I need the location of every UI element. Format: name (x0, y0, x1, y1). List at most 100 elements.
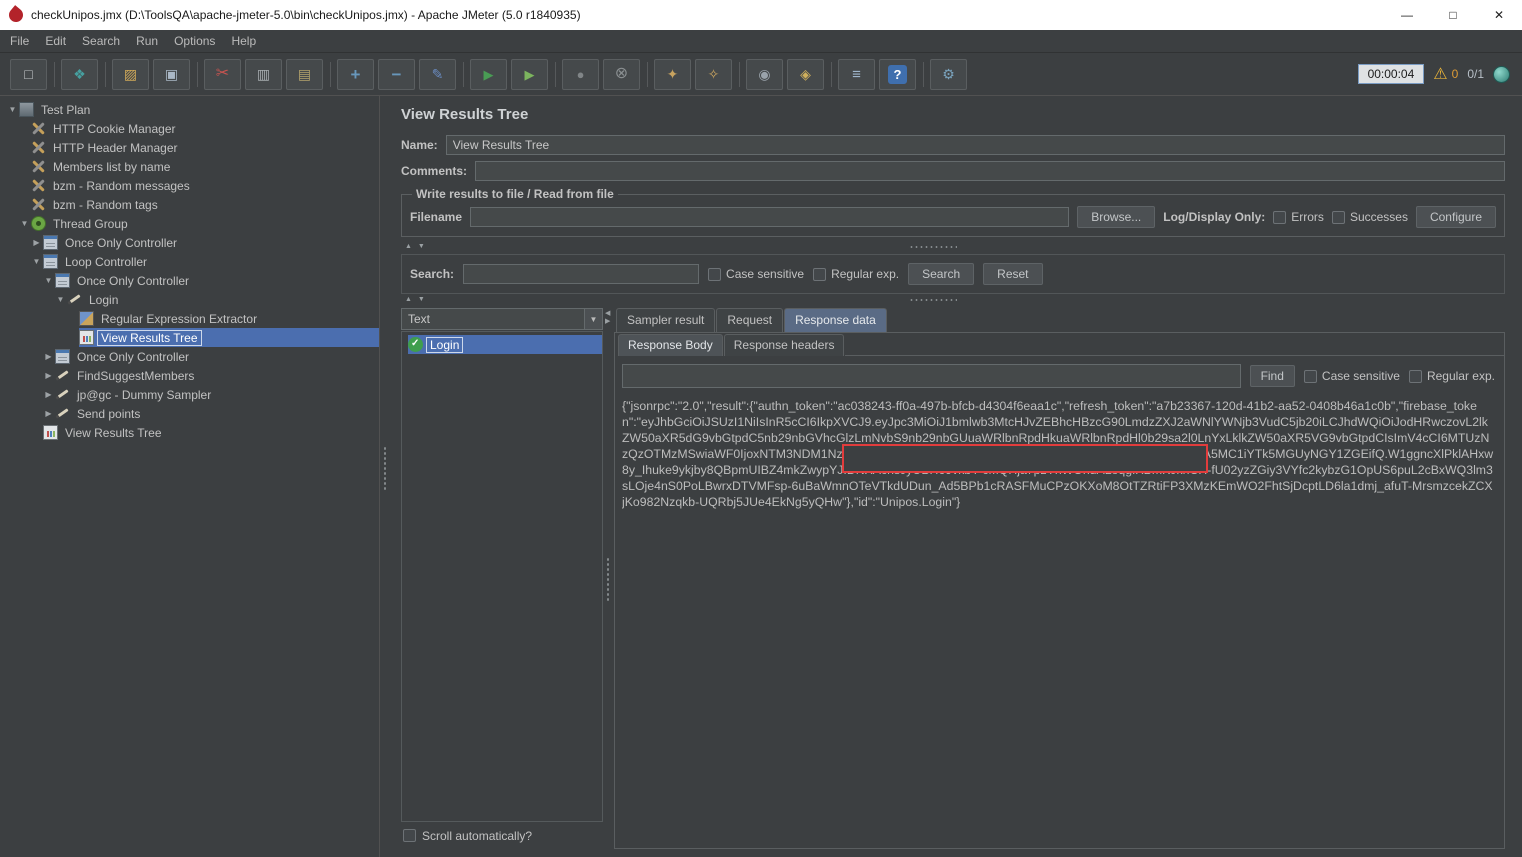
tree-item-once-only-controller-2[interactable]: ▼ Once Only Controller (0, 271, 379, 290)
splitter-collapse-icons[interactable]: ◀ ▶ (605, 310, 610, 326)
tree-item-regular-expression-extractor[interactable]: Regular Expression Extractor (0, 309, 379, 328)
menu-search[interactable]: Search (74, 31, 128, 51)
find-case-sensitive-checkbox[interactable] (1303, 369, 1317, 383)
tab-request[interactable]: Request (716, 308, 784, 332)
tree-expander-icon[interactable]: ▶ (30, 238, 43, 247)
tree-item-send-points[interactable]: ▶ Send points (0, 404, 379, 423)
find-input[interactable] (622, 364, 1241, 388)
templates-button[interactable]: ❖ (61, 58, 98, 90)
menu-edit[interactable]: Edit (37, 31, 74, 51)
copy-icon: ▥ (256, 66, 271, 82)
tab-response-data[interactable]: Response data (784, 308, 887, 332)
tree-item-bzm-random-tags[interactable]: bzm - Random tags (0, 195, 379, 214)
search-button[interactable]: Search (908, 263, 975, 285)
errors-checkbox[interactable] (1273, 210, 1287, 224)
controller-icon (55, 349, 70, 364)
splitter-grip[interactable] (908, 298, 957, 303)
cut-button[interactable]: ✂ (204, 58, 241, 90)
tree-item-jpgc-dummy-sampler[interactable]: ▶ jp@gc - Dummy Sampler (0, 385, 379, 404)
tree-expander-icon[interactable]: ▶ (42, 371, 55, 380)
tree-item-http-cookie-manager[interactable]: HTTP Cookie Manager (0, 119, 379, 138)
stop-button[interactable]: ● (562, 58, 599, 90)
paste-button[interactable]: ▤ (286, 58, 323, 90)
comments-input[interactable] (475, 161, 1505, 181)
minimize-button[interactable]: — (1384, 0, 1430, 30)
copy-button[interactable]: ▥ (245, 58, 282, 90)
tree-item-once-only-controller-3[interactable]: ▶ Once Only Controller (0, 347, 379, 366)
find-case-sensitive-group: Case sensitive (1303, 369, 1400, 383)
search-case-sensitive-checkbox[interactable] (708, 267, 722, 281)
function-helper-button[interactable]: ≡ (838, 58, 875, 90)
tree-item-thread-group[interactable]: ▼ Thread Group (0, 214, 379, 233)
reset-button[interactable]: Reset (983, 263, 1043, 285)
splitter-collapse-icons[interactable]: ▲ ▼ (405, 296, 427, 303)
maximize-button[interactable]: □ (1430, 0, 1476, 30)
log-warning-indicator[interactable]: ⚠ 0 (1433, 64, 1458, 84)
chevron-down-icon[interactable]: ▼ (584, 309, 602, 329)
tree-expander-icon[interactable]: ▼ (54, 295, 67, 304)
successes-checkbox[interactable] (1331, 210, 1345, 224)
view-mode-select[interactable]: Text ▼ (401, 308, 603, 330)
result-item-login[interactable]: Login (402, 335, 602, 354)
response-body[interactable]: {"jsonrpc":"2.0","result":{"authn_token"… (622, 398, 1495, 839)
name-input[interactable] (445, 135, 1505, 155)
menu-help[interactable]: Help (223, 31, 264, 51)
horizontal-splitter-2[interactable]: ▲ ▼ (401, 294, 1505, 307)
tree-item-loop-controller[interactable]: ▼ Loop Controller (0, 252, 379, 271)
tree-item-view-results-tree-selected[interactable]: View Results Tree (0, 328, 379, 347)
toggle-elements-button[interactable]: ✎ (419, 58, 456, 90)
tree-expander-icon[interactable]: ▶ (42, 352, 55, 361)
tree-item-login[interactable]: ▼ Login (0, 290, 379, 309)
new-file-button[interactable]: □ (10, 58, 47, 90)
find-regular-exp-checkbox[interactable] (1408, 369, 1422, 383)
search-input[interactable] (463, 264, 700, 284)
splitter-collapse-icons[interactable]: ▲ ▼ (405, 243, 427, 250)
tree-expander-icon[interactable]: ▶ (42, 390, 55, 399)
expand-all-button[interactable]: + (337, 58, 374, 90)
clear-all-button[interactable]: ✧ (695, 58, 732, 90)
start-no-pauses-button[interactable]: ▶ (511, 58, 548, 90)
tree-main-splitter[interactable] (380, 96, 391, 857)
configure-button[interactable]: Configure (1415, 206, 1496, 228)
splitter-grip[interactable] (606, 556, 610, 603)
horizontal-splitter-1[interactable]: ▲ ▼ (401, 241, 1505, 254)
save-file-button[interactable]: ▣ (153, 58, 190, 90)
tab-response-body[interactable]: Response Body (618, 334, 723, 356)
splitter-grip[interactable] (908, 245, 957, 250)
tree-item-members-list-by-name[interactable]: Members list by name (0, 157, 379, 176)
tree-expander-icon[interactable]: ▼ (42, 276, 55, 285)
tree-item-findsuggestmembers[interactable]: ▶ FindSuggestMembers (0, 366, 379, 385)
search-regular-exp-checkbox[interactable] (813, 267, 827, 281)
search-reset-button[interactable]: ◈ (787, 58, 824, 90)
tree-item-test-plan[interactable]: ▼ Test Plan (0, 100, 379, 119)
tab-sampler-result[interactable]: Sampler result (616, 308, 716, 332)
search-toolbar-button[interactable]: ◉ (746, 58, 783, 90)
open-file-button[interactable]: ▨ (112, 58, 149, 90)
clear-button[interactable]: ✦ (654, 58, 691, 90)
shutdown-button[interactable]: ⊗ (603, 58, 640, 90)
tree-expander-icon[interactable]: ▼ (6, 105, 19, 114)
menu-run[interactable]: Run (128, 31, 166, 51)
find-button[interactable]: Find (1249, 365, 1295, 387)
tree-item-once-only-controller-1[interactable]: ▶ Once Only Controller (0, 233, 379, 252)
results-splitter[interactable]: ◀ ▶ (603, 308, 614, 849)
tree-item-bzm-random-messages[interactable]: bzm - Random messages (0, 176, 379, 195)
splitter-grip[interactable] (383, 446, 387, 493)
tree-expander-icon[interactable]: ▶ (42, 409, 55, 418)
menu-options[interactable]: Options (166, 31, 223, 51)
tree-item-http-header-manager[interactable]: HTTP Header Manager (0, 138, 379, 157)
tree-expander-icon[interactable]: ▼ (18, 219, 31, 228)
tree-expander-icon[interactable]: ▼ (30, 257, 43, 266)
start-button[interactable]: ▶ (470, 58, 507, 90)
collapse-all-button[interactable]: − (378, 58, 415, 90)
tab-response-headers[interactable]: Response headers (723, 334, 845, 356)
tree-item-view-results-tree-2[interactable]: View Results Tree (0, 423, 379, 442)
filename-input[interactable] (470, 207, 1070, 227)
browse-button[interactable]: Browse... (1077, 206, 1156, 228)
close-button[interactable]: ✕ (1476, 0, 1522, 30)
menu-file[interactable]: File (2, 31, 37, 51)
ssl-manager-button[interactable]: ⚙ (930, 58, 967, 90)
scroll-automatically-checkbox[interactable] (403, 829, 416, 842)
help-button[interactable]: ? (879, 58, 916, 90)
write-results-group: Write results to file / Read from file F… (401, 187, 1505, 237)
